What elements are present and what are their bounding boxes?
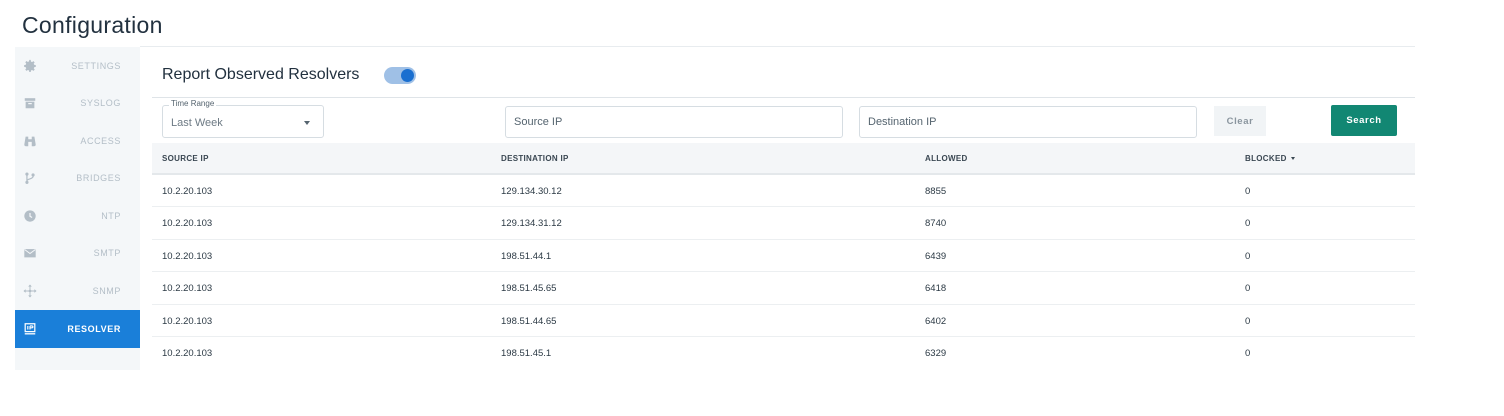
column-header-destination-ip[interactable]: DESTINATION IP: [501, 154, 569, 163]
cell-source-ip: 10.2.20.103: [162, 250, 213, 262]
cell-blocked: 0: [1245, 347, 1251, 359]
sidebar-item-access[interactable]: ACCESS: [15, 122, 140, 160]
cell-blocked: 0: [1245, 283, 1251, 295]
sort-desc-icon: [1290, 157, 1295, 161]
sidebar-item-syslog[interactable]: SYSLOG: [15, 85, 140, 123]
cell-source-ip: 10.2.20.103: [162, 347, 213, 359]
clock-icon: [23, 209, 37, 223]
resolvers-table: SOURCE IP DESTINATION IP ALLOWED BLOCKED…: [152, 143, 1415, 369]
caret-down-icon: [304, 121, 310, 125]
table-row[interactable]: 10.2.20.103 198.51.45.1 6329 0: [152, 337, 1415, 369]
sidebar-item-label: SYSLOG: [80, 98, 121, 109]
sidebar-item-smtp[interactable]: SMTP: [15, 235, 140, 273]
cell-source-ip: 10.2.20.103: [162, 315, 213, 327]
cell-destination-ip: 198.51.44.65: [501, 315, 557, 327]
cell-allowed: 6402: [925, 315, 947, 327]
cell-destination-ip: 198.51.45.65: [501, 283, 557, 295]
cell-blocked: 0: [1245, 250, 1251, 262]
search-button[interactable]: Search: [1331, 105, 1397, 136]
title-divider: [140, 46, 1415, 47]
sidebar-item-snmp[interactable]: SNMP: [15, 272, 140, 310]
column-header-allowed[interactable]: ALLOWED: [925, 154, 968, 163]
sidebar-item-label: RESOLVER: [67, 323, 121, 334]
sidebar-item-ntp[interactable]: NTP: [15, 197, 140, 235]
sidebar-item-label: BRIDGES: [76, 173, 121, 184]
time-range-value: Last Week: [171, 117, 223, 129]
cell-destination-ip: 129.134.31.12: [501, 218, 562, 230]
cell-source-ip: 10.2.20.103: [162, 218, 213, 230]
sidebar-item-label: NTP: [101, 210, 121, 221]
cell-destination-ip: 129.134.30.12: [501, 186, 562, 197]
cell-destination-ip: 198.51.45.1: [501, 347, 552, 359]
cell-blocked: 0: [1245, 218, 1251, 230]
gear-icon: [23, 59, 37, 73]
table-row[interactable]: 10.2.20.103 198.51.44.65 6402 0: [152, 305, 1415, 337]
cell-allowed: 6418: [925, 283, 947, 295]
header-divider: [152, 97, 1415, 98]
cell-allowed: 8740: [925, 218, 947, 230]
time-range-label: Time Range: [169, 99, 217, 108]
sidebar-item-bridges[interactable]: BRIDGES: [15, 160, 140, 198]
cell-allowed: 6439: [925, 250, 947, 262]
time-range-select[interactable]: Time Range Last Week: [162, 99, 324, 138]
table-row[interactable]: 10.2.20.103 129.134.31.12 8740 0: [152, 207, 1415, 240]
table-row[interactable]: 10.2.20.103 198.51.45.65 6418 0: [152, 272, 1415, 305]
branch-icon: [23, 171, 37, 185]
source-ip-input[interactable]: [505, 106, 843, 138]
report-observed-resolvers-label: Report Observed Resolvers: [162, 66, 360, 83]
sidebar-item-label: SMTP: [93, 248, 121, 259]
sidebar-item-resolver[interactable]: RESOLVER: [15, 309, 140, 348]
cell-source-ip: 10.2.20.103: [162, 283, 213, 295]
binoculars-icon: [23, 134, 37, 148]
cell-blocked: 0: [1245, 186, 1251, 197]
toggle-knob: [401, 69, 414, 82]
sidebar-item-label: ACCESS: [80, 135, 121, 146]
column-header-blocked[interactable]: BLOCKED: [1245, 154, 1295, 163]
cell-blocked: 0: [1245, 315, 1251, 327]
cell-allowed: 8855: [925, 186, 947, 197]
destination-ip-input[interactable]: [859, 106, 1197, 138]
sidebar-item-label: SETTINGS: [71, 60, 121, 71]
column-header-blocked-label: BLOCKED: [1245, 154, 1287, 163]
cell-destination-ip: 198.51.44.1: [501, 250, 552, 262]
sidebar: SETTINGS SYSLOG ACCESS BRIDGES NTP SMTP: [15, 47, 140, 370]
page-title: Configuration: [22, 12, 163, 38]
cell-allowed: 6329: [925, 347, 947, 359]
cell-source-ip: 10.2.20.103: [162, 186, 213, 197]
sidebar-item-label: SNMP: [92, 285, 121, 296]
resolver-icon: [23, 322, 37, 336]
archive-icon: [23, 96, 37, 110]
envelope-icon: [23, 246, 37, 260]
report-resolvers-toggle[interactable]: [384, 67, 416, 84]
network-icon: [23, 284, 37, 298]
sidebar-item-settings[interactable]: SETTINGS: [15, 47, 140, 85]
column-header-source-ip[interactable]: SOURCE IP: [162, 154, 209, 163]
table-header: SOURCE IP DESTINATION IP ALLOWED BLOCKED: [152, 143, 1415, 175]
table-row[interactable]: 10.2.20.103 129.134.30.12 8855 0: [152, 175, 1415, 208]
clear-button[interactable]: Clear: [1214, 106, 1266, 136]
table-row[interactable]: 10.2.20.103 198.51.44.1 6439 0: [152, 240, 1415, 273]
